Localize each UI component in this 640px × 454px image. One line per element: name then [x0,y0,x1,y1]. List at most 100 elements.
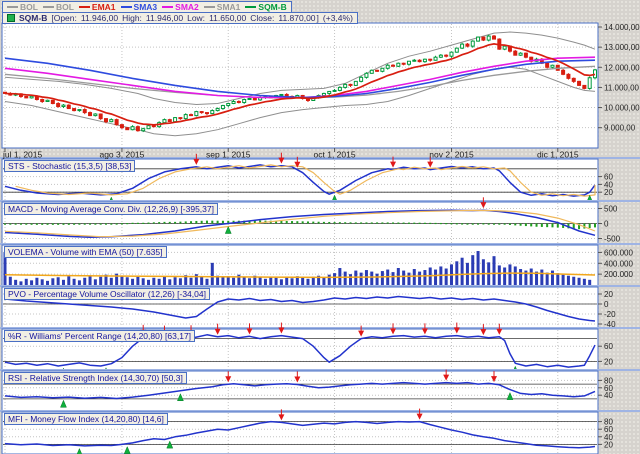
panel-price: 14.000,00 13.000,00 12.000,00 11.000,00 10.0… [1,22,640,149]
legend-item-bol-lower[interactable]: BOL [42,2,74,12]
volume-bar [120,275,124,286]
volume-bar [40,279,44,286]
candle-body [353,80,358,86]
candle-body [40,98,45,103]
volume-bar [412,269,416,286]
volume-bar [503,267,507,286]
histogram-bar [445,223,448,225]
volume-bar [232,277,236,286]
candle-body [406,60,411,65]
volume-bar [83,277,87,286]
ohlc-low-value: 11.650,00 [209,12,247,23]
panel-title-pvo[interactable]: PVO - Percentage Volume Oscillator (12,2… [4,288,210,300]
volume-bar [375,273,379,286]
histogram-bar [89,223,92,225]
line-swatch-icon [42,6,54,8]
candle-body [327,90,332,94]
y-axis-label: 9.000,00 [604,124,636,133]
volume-bar [221,277,225,286]
panel-title-rsi[interactable]: RSI - Relative Strength Index (14,30,70)… [4,372,187,384]
histogram-bar [62,223,65,225]
histogram-bar [535,223,538,227]
candle-body [502,45,507,50]
volume-bar [226,276,230,286]
line-swatch-icon [120,6,132,8]
x-axis-label: jul 1, 2015 [2,150,42,160]
volume-bar [508,264,512,286]
candle-body [98,113,103,120]
volume-bar [125,277,129,286]
candle-body [66,104,71,110]
candle-body [433,56,438,61]
y-axis-label: 60 [604,342,613,351]
legend-item-ema1[interactable]: EMA1 [78,2,116,12]
panel-title-stochastic[interactable]: STS - Stochastic (15,3,5) [38,53] [4,160,136,172]
histogram-bar [498,223,501,225]
histogram-bar [46,223,49,225]
histogram-bar [291,221,294,224]
candle-body [103,118,108,123]
histogram-bar [115,223,118,225]
histogram-bar [94,223,97,225]
line-swatch-icon [203,6,215,8]
legend-item-sma1[interactable]: SMA1 [203,2,240,12]
panel-title-macd[interactable]: MACD - Moving Average Conv. Div. (12,26,… [4,203,218,215]
histogram-bar [184,221,187,224]
histogram-bar [51,223,54,225]
histogram-bar [9,223,12,225]
volume-bar [582,278,586,286]
candle-body [332,89,337,92]
volume-bar [301,277,305,286]
volume-bar [290,278,294,286]
histogram-bar [136,222,139,224]
histogram-bar [477,223,480,225]
legend-label: SMA2 [175,1,199,12]
histogram-bar [466,223,469,225]
candle-body [460,43,465,49]
volume-bar [93,279,97,286]
volume-bar [434,269,438,286]
candle-body [438,54,443,58]
candle-body [385,64,390,69]
x-axis-label: ago 3, 2015 [99,150,144,160]
candle-body [146,125,151,130]
volume-bar [131,278,135,286]
candle-body [247,97,252,100]
legend-item-sma2[interactable]: SMA2 [162,1,199,12]
y-axis-label: 12.000,00 [604,63,640,72]
histogram-bar [392,222,395,224]
ohlc-close-label: Close: [250,12,275,23]
volume-bar [210,262,214,286]
panel-title-volema[interactable]: VOLEMA - Volume with EMA (50) [7.635] [4,246,167,258]
panel-title-williams-r[interactable]: %R - Williams' Percent Range (14,20,80) … [4,330,196,342]
candle-body [550,64,555,68]
legend-item-bol-upper[interactable]: BOL [7,2,38,12]
histogram-bar [205,220,208,224]
x-axis-label: dic 1, 2015 [537,150,579,160]
candle-body [194,111,199,117]
histogram-bar [381,222,384,224]
candle-body [422,58,427,63]
volume-bar [173,277,177,286]
histogram-bar [306,221,309,224]
candle-body [231,101,236,105]
charts-canvas: 14.000,00 13.000,00 12.000,00 11.000,00 10.0… [0,22,640,454]
volume-bar [88,275,92,286]
volume-bar [279,279,283,286]
histogram-bar [418,222,421,224]
histogram-bar [147,222,150,224]
legend-item-symbol[interactable]: SQM-B [245,2,287,12]
histogram-bar [296,221,299,224]
candle-body [56,103,61,108]
y-axis-label: 20 [604,188,613,197]
volume-bar [471,255,475,286]
candle-body [183,114,188,120]
histogram-bar [25,223,28,225]
volume-bar [189,277,193,286]
y-axis-label: 20 [604,440,613,449]
volume-bar [577,277,581,286]
panel-title-mfi[interactable]: MFI - Money Flow Index (14,20,80) [14,6] [4,413,168,425]
histogram-bar [594,223,596,228]
legend-item-sma3[interactable]: SMA3 [120,2,157,12]
ohlc-open-label: [Open: [51,12,77,23]
